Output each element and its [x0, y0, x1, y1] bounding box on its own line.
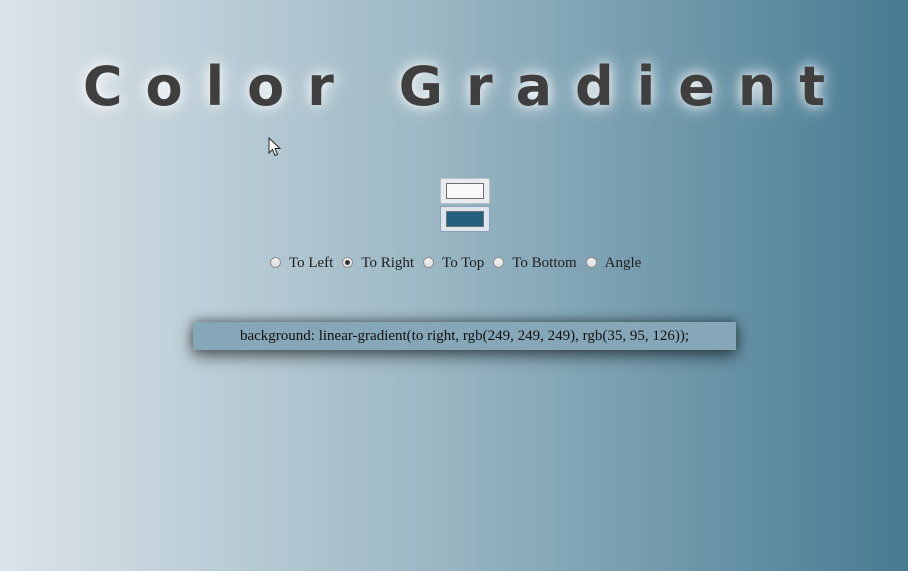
radio-label-to-right: To Right: [361, 254, 415, 271]
color-input-start[interactable]: [440, 178, 490, 204]
radio-button-to-right[interactable]: [342, 256, 354, 268]
radio-option-to-top[interactable]: To Top: [423, 255, 484, 272]
radio-option-to-left[interactable]: To Left: [270, 255, 333, 272]
radio-button-angle[interactable]: [585, 256, 597, 268]
radio-button-to-top[interactable]: [423, 256, 435, 268]
color-swatch-start: [446, 183, 484, 199]
css-output-text: background: linear-gradient(to right, rg…: [239, 327, 690, 344]
radio-label-angle: Angle: [604, 254, 642, 271]
radio-option-to-bottom[interactable]: To Bottom: [493, 254, 577, 272]
radio-option-angle[interactable]: Angle: [585, 254, 642, 272]
color-input-end[interactable]: [440, 206, 490, 232]
radio-button-to-left[interactable]: [270, 256, 281, 268]
radio-option-to-right[interactable]: To Right: [342, 255, 414, 272]
color-swatch-end: [446, 211, 484, 227]
radio-label-to-bottom: To Bottom: [512, 254, 577, 271]
css-output-box: background: linear-gradient(to right, rg…: [193, 322, 736, 350]
radio-button-to-bottom[interactable]: [493, 256, 505, 268]
direction-radio-group: To Left To Right To Top To Bottom Angle: [270, 253, 650, 273]
mouse-cursor-icon: [268, 137, 282, 157]
radio-label-to-left: To Left: [289, 254, 334, 271]
radio-label-to-top: To Top: [442, 254, 485, 271]
page-title: Color Gradient: [82, 55, 849, 118]
color-pickers: [440, 178, 490, 232]
